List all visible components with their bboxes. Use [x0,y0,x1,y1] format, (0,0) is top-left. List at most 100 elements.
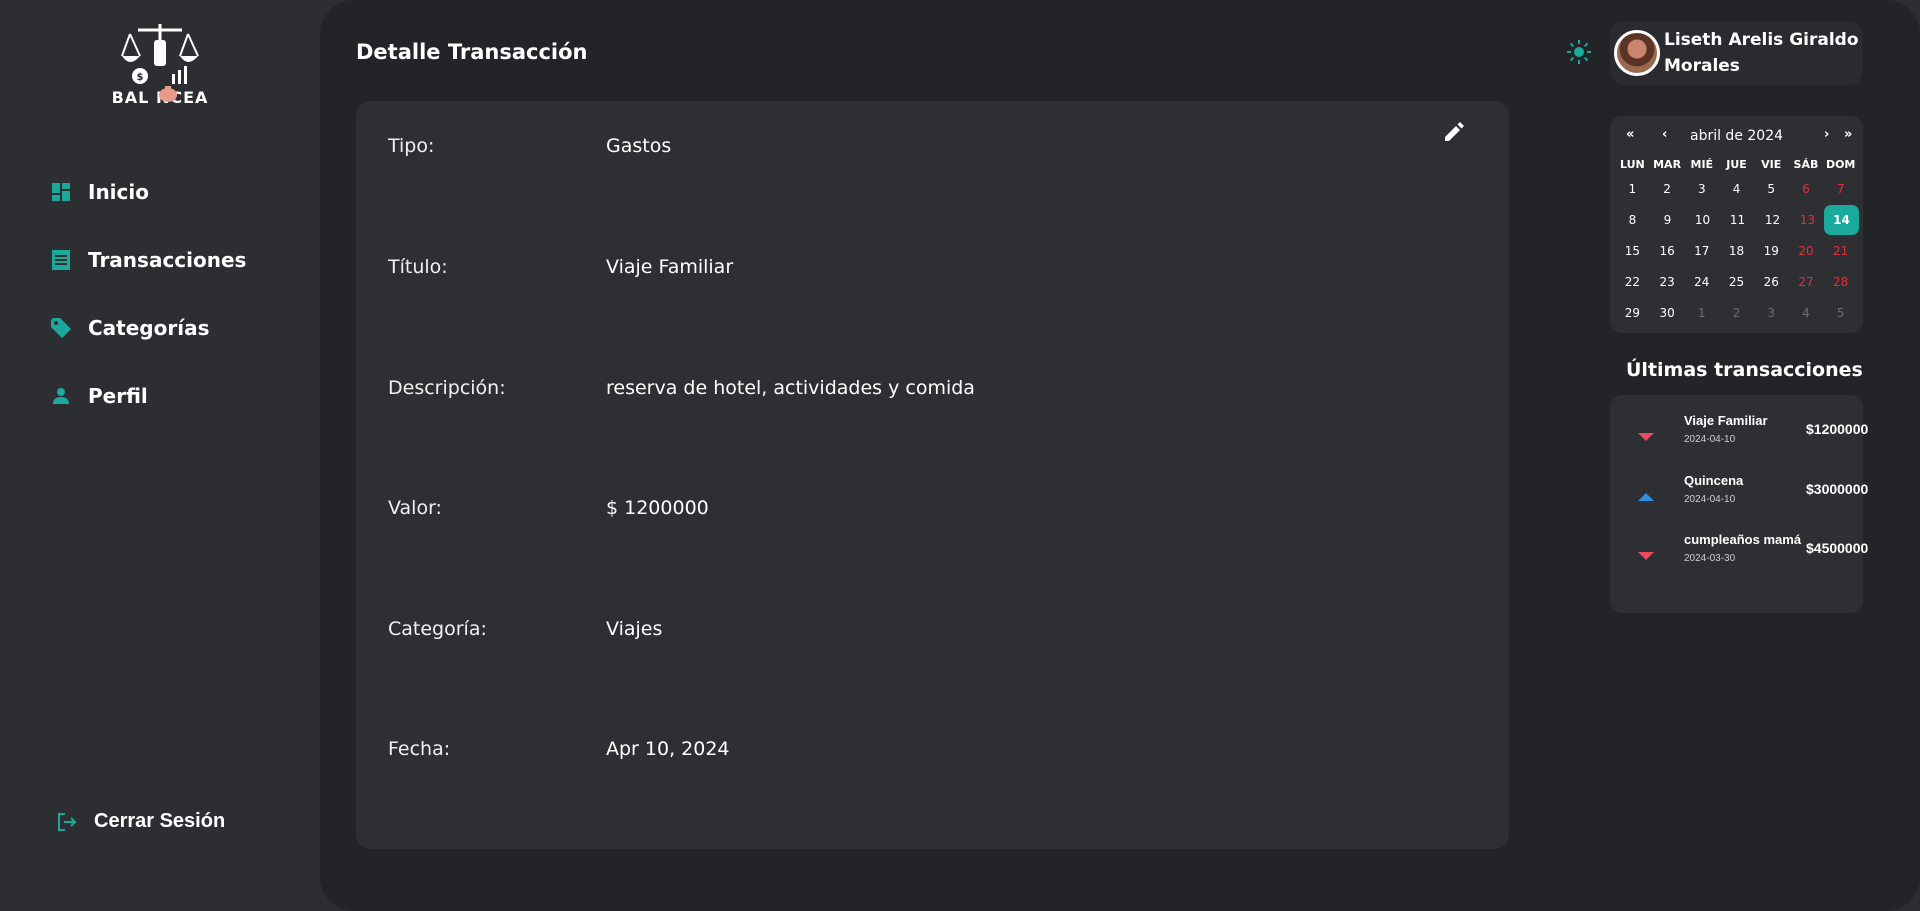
pencil-icon [1445,122,1464,141]
calendar-day[interactable]: 12 [1755,213,1790,227]
detail-row-titulo: Título: Viaje Familiar [388,256,733,278]
calendar-day[interactable]: 2 [1650,182,1685,196]
calendar-day[interactable]: 9 [1650,213,1685,227]
calendar-day[interactable]: 28 [1823,275,1858,289]
field-value: Viajes [606,618,663,640]
calendar-week-row: 1234567 [1615,173,1858,204]
sidebar-item-perfil[interactable]: Perfil [50,362,246,430]
dashboard-icon [50,181,72,203]
transaction-amount: $4500000 [1806,540,1869,556]
receipt-icon [50,249,72,271]
field-label: Categoría: [388,618,487,640]
calendar-day[interactable]: 22 [1615,275,1650,289]
calendar-day[interactable]: 4 [1789,306,1824,320]
calendar-day[interactable]: 4 [1719,182,1754,196]
calendar-day[interactable]: 14 [1824,204,1859,235]
calendar-header: « ‹ abril de 2024 › » [1610,127,1863,147]
calendar-week-row: 15 16 17 18 19 20 21 [1615,235,1858,266]
calendar-day[interactable]: 10 [1685,213,1720,227]
calendar-weekday: VIE [1761,157,1782,171]
calendar-day[interactable]: 1 [1684,306,1719,320]
calendar-day[interactable]: 3 [1754,306,1789,320]
logout-button[interactable]: Cerrar Sesión [56,810,225,833]
field-label: Título: [388,256,448,278]
calendar-day[interactable]: 16 [1650,244,1685,258]
transaction-name: Viaje Familiar [1684,413,1768,428]
detail-row-fecha: Fecha: Apr 10, 2024 [388,738,730,760]
calendar-day[interactable]: 1 [1615,182,1650,196]
calendar-day[interactable]: 19 [1754,244,1789,258]
sidebar-item-label: Categorías [88,316,210,340]
transaction-name: cumpleaños mamá [1684,532,1802,547]
calendar-day[interactable]: 20 [1789,244,1824,258]
field-value: reserva de hotel, actividades y comida [606,377,975,399]
app-root: $ BAL NCEA Inicio Transacciones Categorí… [0,0,1920,911]
user-name: Liseth Arelis Giraldo Morales [1664,30,1859,76]
transaction-detail-card: Tipo: Gastos Título: Viaje Familiar Desc… [356,101,1509,849]
calendar-day[interactable]: 5 [1823,306,1858,320]
next-year-button[interactable]: » [1844,127,1852,142]
brand-logo[interactable]: $ BAL NCEA [108,22,212,110]
calendar-day[interactable]: 18 [1719,244,1754,258]
calendar-day[interactable]: 30 [1650,306,1685,320]
sidebar-item-transacciones[interactable]: Transacciones [50,226,246,294]
calendar-day[interactable]: 2 [1719,306,1754,320]
calendar-day[interactable]: 23 [1650,275,1685,289]
sidebar-item-label: Inicio [88,180,149,204]
svg-text:$: $ [137,72,144,83]
calendar-week-row: 22 23 24 25 26 27 28 [1615,266,1858,297]
calendar-day[interactable]: 27 [1789,275,1824,289]
main-panel: Detalle Transacción Tipo: Gastos Título:… [320,0,1920,911]
transaction-item[interactable]: Quincena 2024-04-10 $3000000 [1610,473,1868,523]
calendar-day[interactable]: 29 [1615,306,1650,320]
calendar-day[interactable]: 26 [1754,275,1789,289]
calendar-day[interactable]: 7 [1823,182,1858,196]
transaction-date: 2024-04-10 [1684,494,1736,505]
arrow-down-icon [1638,433,1654,441]
calendar-day[interactable]: 17 [1684,244,1719,258]
calendar-day[interactable]: 15 [1615,244,1650,258]
arrow-down-icon [1638,552,1654,560]
calendar-day[interactable]: 24 [1684,275,1719,289]
logout-label: Cerrar Sesión [94,810,226,832]
transaction-date: 2024-03-30 [1684,553,1736,564]
calendar-day[interactable]: 25 [1719,275,1754,289]
field-label: Tipo: [388,135,435,157]
sidebar-item-label: Perfil [88,384,148,408]
field-label: Descripción: [388,377,506,399]
transaction-item[interactable]: Viaje Familiar 2024-04-10 $1200000 [1610,413,1868,463]
field-value: Viaje Familiar [606,256,734,278]
person-icon [50,385,72,407]
calendar-grid: LUN MAR MIÉ JUE VIE SÁB DOM 1 2 3 4 5 6 7 8 9 10 11 12 13 14… [1615,155,1859,328]
calendar-weekday: MAR [1653,157,1682,171]
calendar-week-row: 29 30 1 2 3 4 5 [1615,297,1858,328]
piggy-bank-icon [159,86,177,102]
calendar-day[interactable]: 5 [1754,182,1789,196]
edit-button[interactable] [1443,121,1469,147]
calendar-day[interactable]: 11 [1720,213,1755,227]
field-label: Fecha: [388,738,451,760]
sidebar-item-categorias[interactable]: Categorías [50,294,246,362]
sidebar-item-label: Transacciones [88,248,247,272]
calendar-weekday-row: LUN MAR MIÉ JUE VIE SÁB DOM [1615,155,1858,173]
scales-icon: $ [121,24,199,84]
user-profile-card[interactable]: Liseth Arelis Giraldo Morales [1610,21,1863,85]
field-value: Gastos [606,135,672,157]
transaction-item[interactable]: cumpleaños mamá 2024-03-30 $4500000 [1610,532,1868,582]
sidebar-item-inicio[interactable]: Inicio [50,158,246,226]
theme-toggle-button[interactable] [1566,39,1592,65]
transaction-amount: $1200000 [1806,421,1869,437]
calendar: « ‹ abril de 2024 › » LUN MAR MIÉ JUE VIE SÁB… [1610,116,1863,333]
calendar-day[interactable]: 13 [1790,213,1825,227]
calendar-week-row: 8 9 10 11 12 13 14 [1615,204,1859,235]
next-month-button[interactable]: › [1824,127,1829,142]
calendar-day[interactable]: 21 [1823,244,1858,258]
calendar-day[interactable]: 6 [1789,182,1824,196]
tag-icon [50,317,72,339]
calendar-weekday: JUE [1726,157,1747,171]
avatar [1614,30,1660,76]
calendar-day[interactable]: 3 [1684,182,1719,196]
field-value: Apr 10, 2024 [606,738,730,760]
calendar-day[interactable]: 8 [1615,213,1650,227]
sun-icon [1567,40,1591,64]
